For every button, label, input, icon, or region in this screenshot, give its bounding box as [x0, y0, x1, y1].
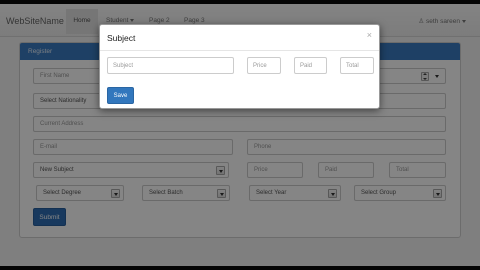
letterbox-bottom	[0, 266, 480, 270]
modal-subject-input[interactable]: Subject	[107, 57, 234, 74]
modal-paid-input[interactable]: Paid	[294, 57, 327, 74]
modal-total-placeholder: Total	[346, 63, 359, 69]
modal-price-placeholder: Price	[253, 63, 267, 69]
modal-price-input[interactable]: Price	[247, 57, 281, 74]
modal-divider	[100, 50, 379, 51]
modal-subject-placeholder: Subject	[113, 63, 134, 69]
modal-total-input[interactable]: Total	[340, 57, 374, 74]
modal-paid-placeholder: Paid	[300, 63, 313, 69]
save-button[interactable]: Save	[107, 87, 134, 104]
subject-modal: Subject × Subject Price Paid Total Save	[99, 24, 380, 109]
modal-title: Subject	[107, 33, 136, 43]
close-icon[interactable]: ×	[367, 30, 372, 40]
